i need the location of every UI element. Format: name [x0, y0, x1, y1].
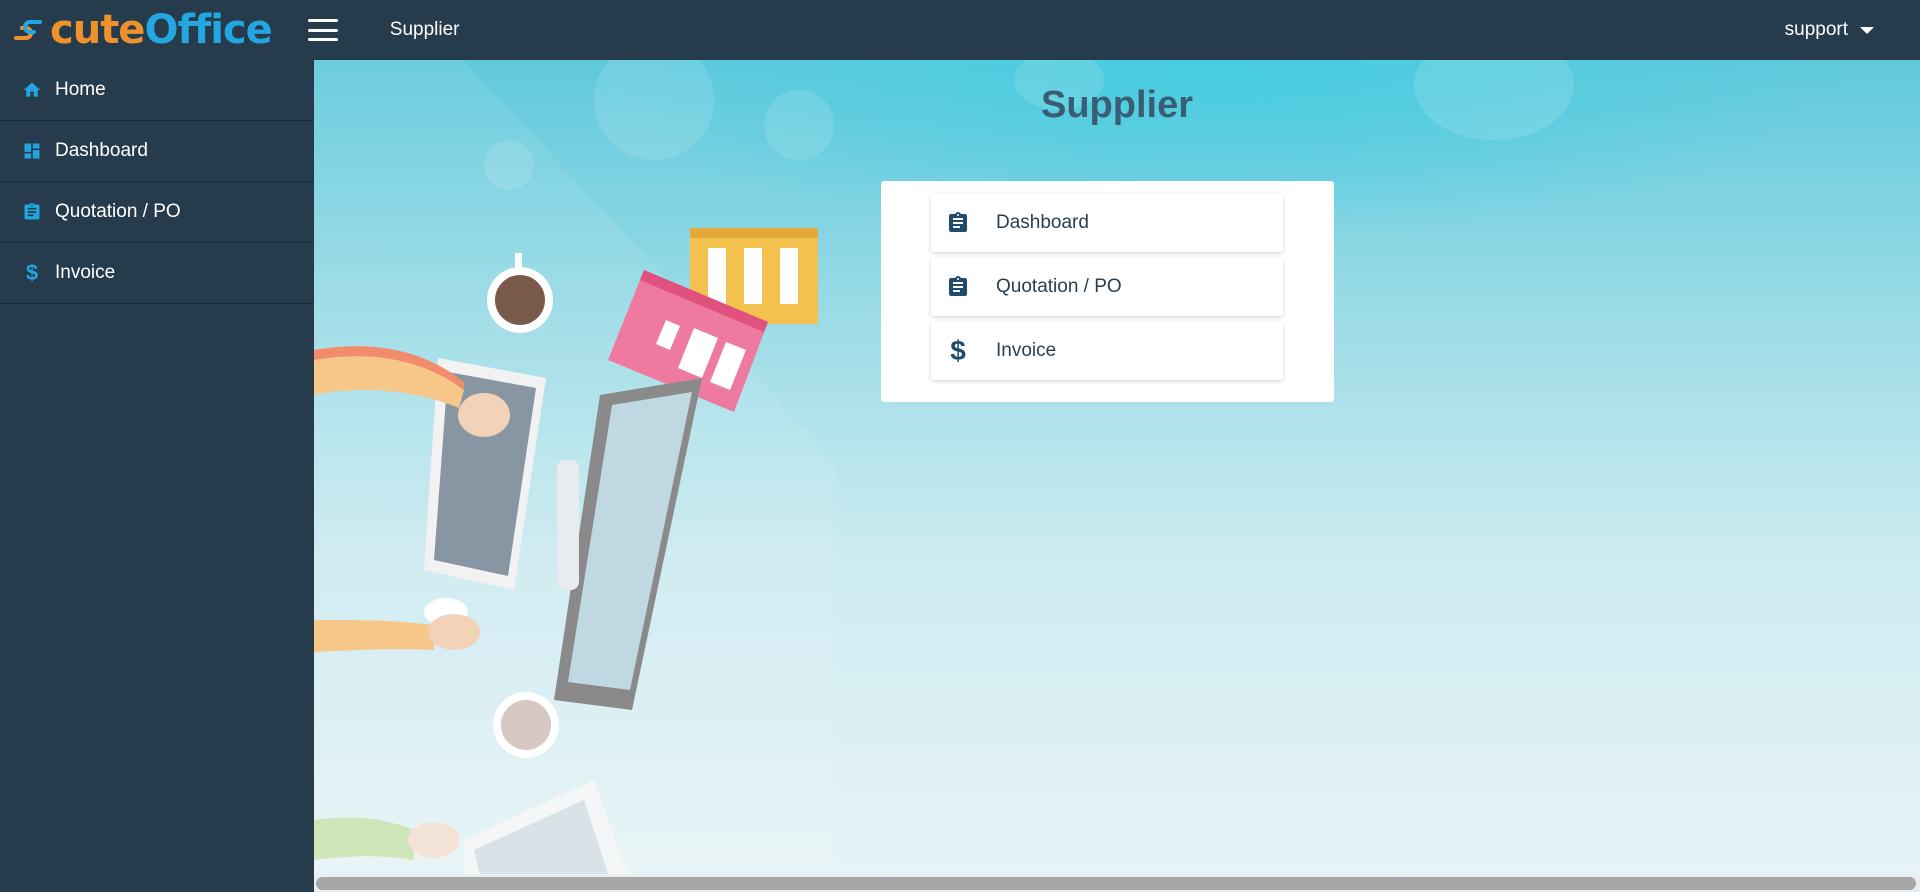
horizontal-scrollbar[interactable]	[314, 874, 1920, 892]
sidebar-item-dashboard[interactable]: Dashboard	[0, 121, 314, 182]
sidebar-item-label: Invoice	[55, 262, 116, 283]
sidebar-item-invoice[interactable]: $ Invoice	[0, 243, 314, 304]
supplier-menu-card: Dashboard Quotation / PO $ Invoice	[881, 181, 1334, 402]
clipboard-icon	[946, 210, 970, 236]
menu-toggle-icon[interactable]	[307, 19, 338, 41]
user-menu[interactable]: support	[1785, 0, 1874, 60]
menu-item-label: Dashboard	[996, 212, 1089, 233]
dollar-icon: $	[946, 335, 970, 366]
user-name: support	[1784, 19, 1848, 40]
dollar-glyph: $	[25, 260, 39, 285]
sidebar-item-quotation-po[interactable]: Quotation / PO	[0, 182, 314, 243]
clipboard-icon	[946, 274, 970, 300]
menu-item-label: Quotation / PO	[996, 276, 1122, 297]
header-section-title: Supplier	[389, 19, 460, 40]
scrollbar-thumb[interactable]	[316, 877, 1916, 890]
page-title: Supplier	[1040, 84, 1194, 126]
dashboard-icon	[22, 141, 42, 161]
sidebar: Home Dashboard Quotation / PO $ Invoice	[0, 60, 314, 892]
sidebar-item-home[interactable]: Home	[0, 60, 314, 121]
clipboard-icon	[22, 202, 42, 222]
main-content: Supplier Dashboard Quotation / PO $ Invo…	[314, 60, 1920, 892]
logo-text-office: Office	[144, 7, 272, 53]
home-icon	[22, 80, 42, 100]
top-bar: cute Office Supplier support	[0, 0, 1920, 60]
menu-item-label: Invoice	[996, 340, 1057, 361]
office-desk-illustration	[314, 60, 834, 892]
menu-item-invoice[interactable]: $ Invoice	[931, 322, 1283, 380]
dollar-glyph: $	[950, 335, 966, 366]
sidebar-item-label: Home	[55, 79, 106, 100]
logo-text-cute: cute	[50, 7, 145, 53]
sidebar-item-label: Quotation / PO	[55, 201, 181, 222]
dollar-icon: $	[22, 260, 42, 285]
menu-item-quotation-po[interactable]: Quotation / PO	[931, 258, 1283, 316]
logo-link-icon	[14, 20, 42, 40]
app-logo[interactable]: cute Office	[12, 0, 273, 60]
sidebar-item-label: Dashboard	[55, 140, 148, 161]
caret-down-icon	[1860, 26, 1874, 34]
menu-item-dashboard[interactable]: Dashboard	[931, 194, 1283, 252]
